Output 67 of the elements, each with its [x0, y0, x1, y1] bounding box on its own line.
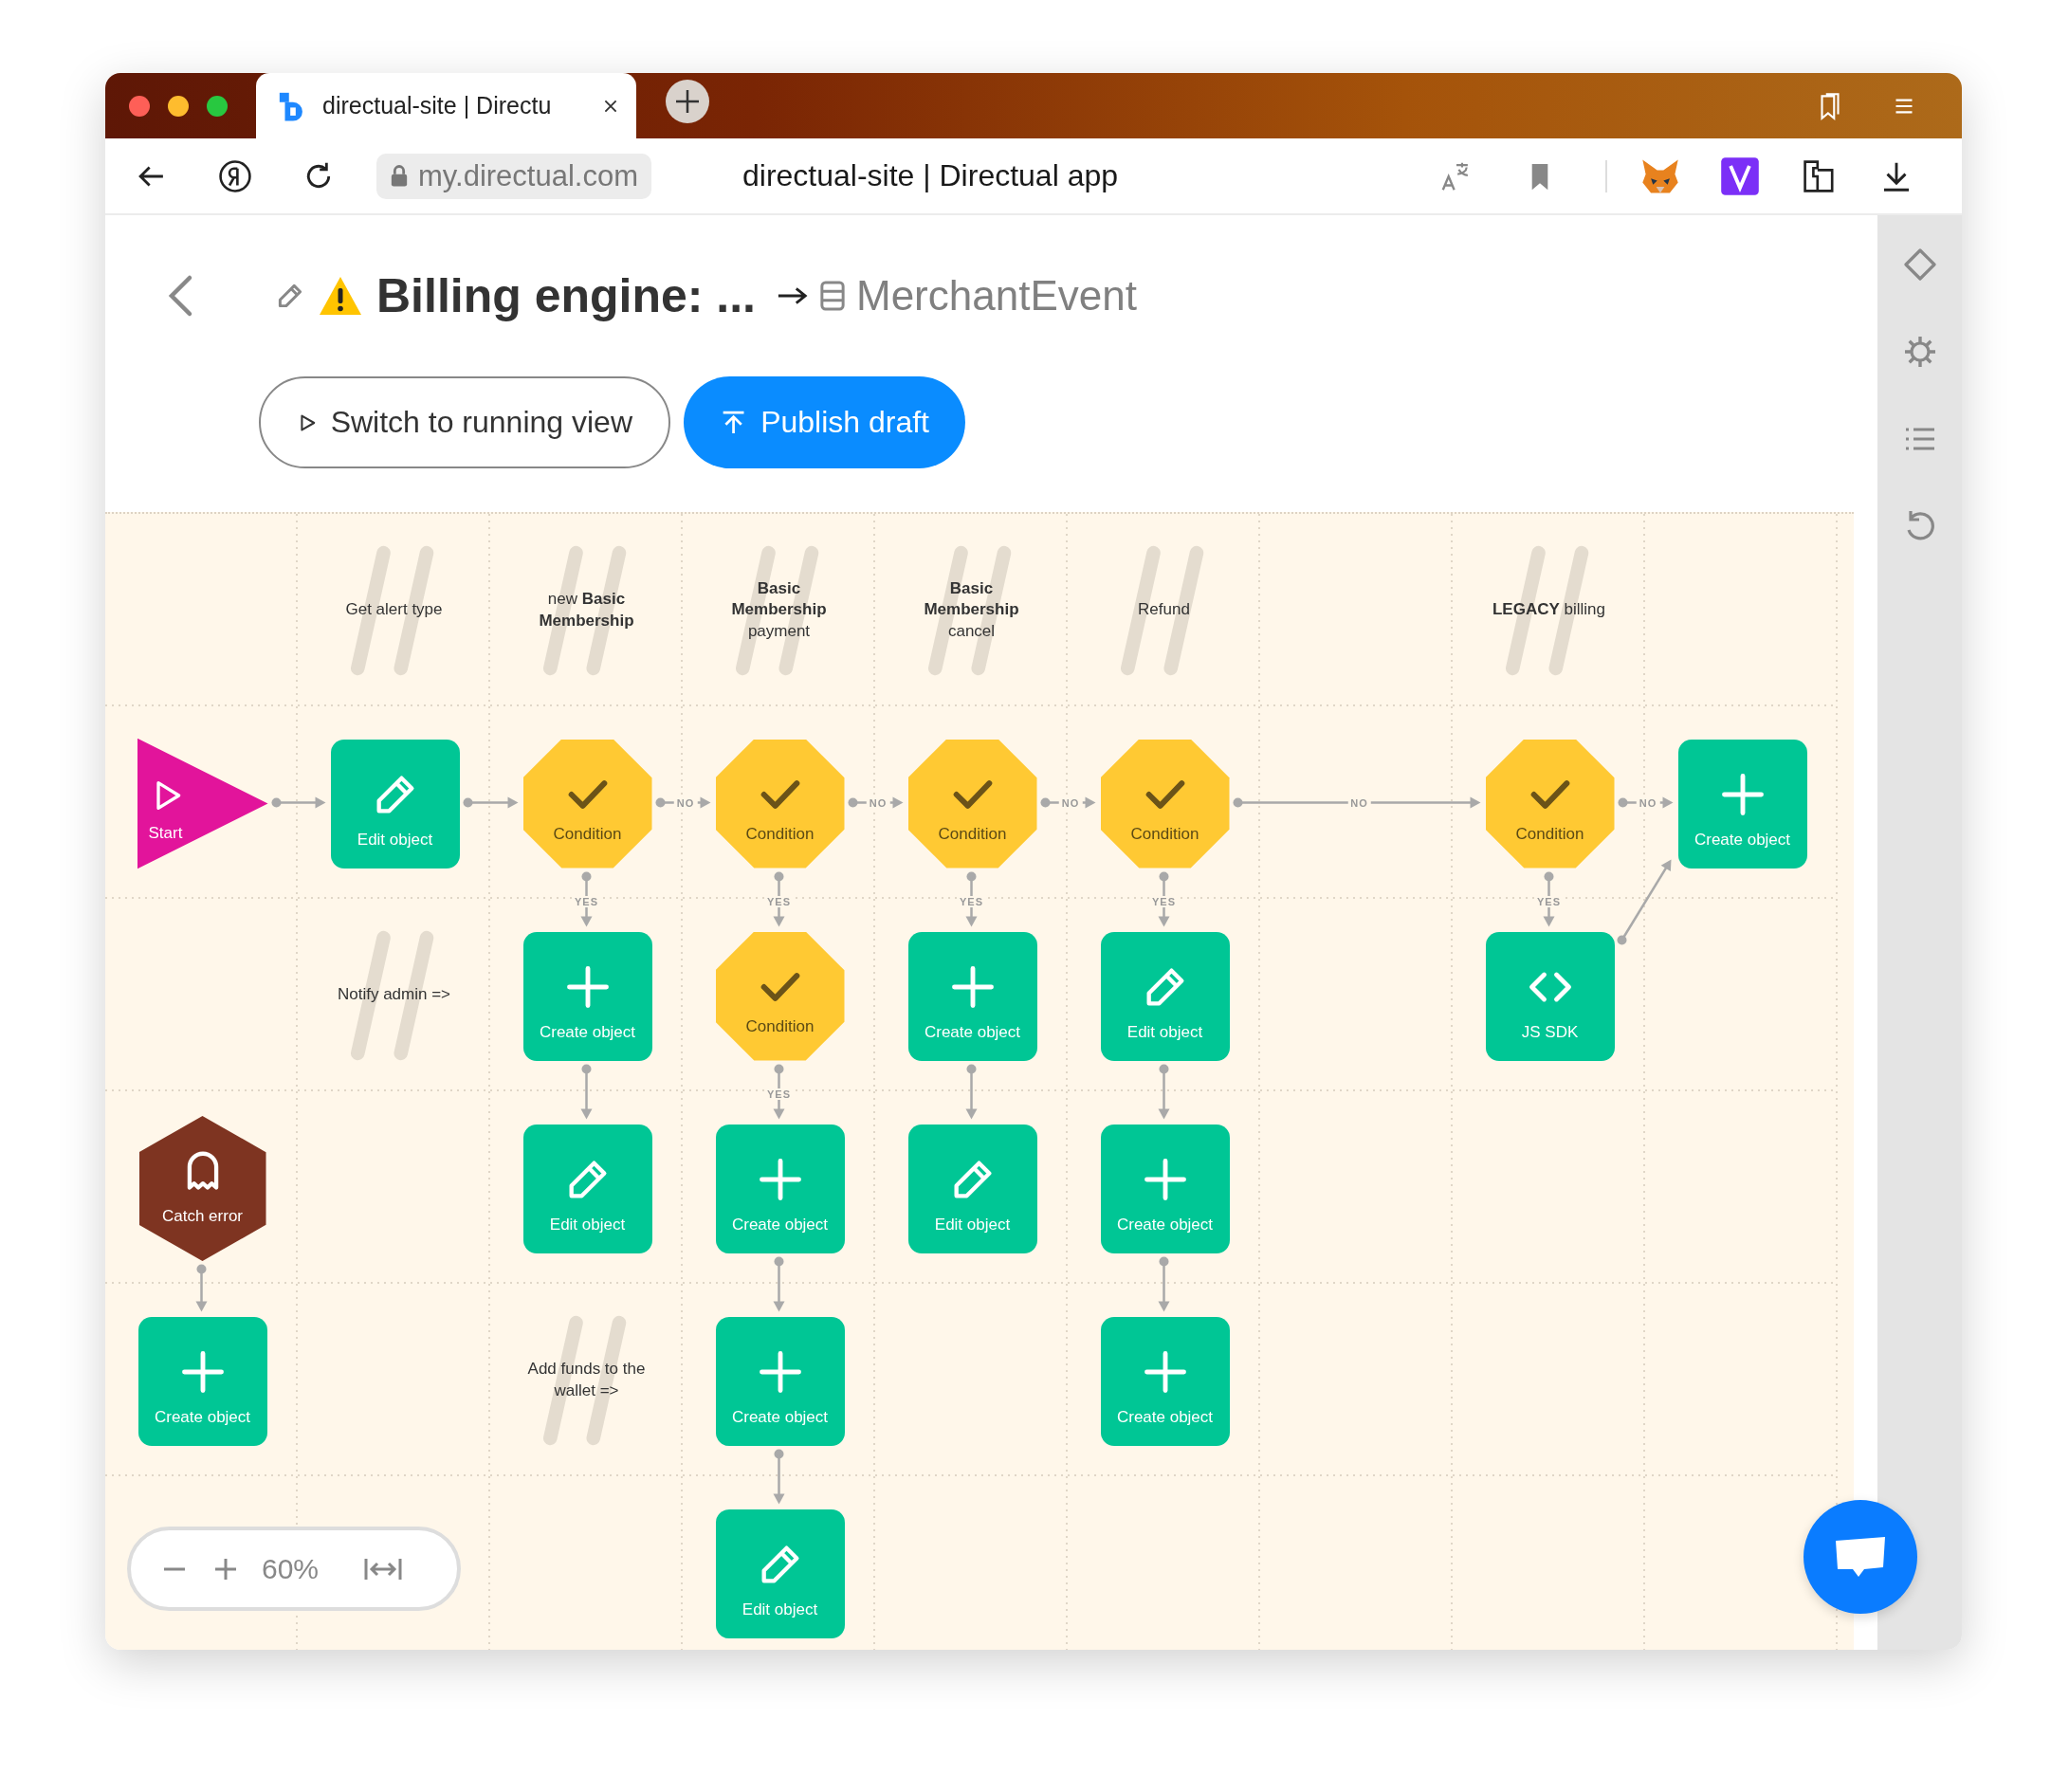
create-object-node: Create object	[715, 1316, 845, 1446]
comment-text: Refund	[1138, 599, 1190, 621]
warning-icon	[318, 275, 363, 317]
connector-label: YES	[572, 896, 601, 907]
edit-object-node: Edit object	[907, 1124, 1037, 1253]
browser-tab[interactable]: directual-site | Directu	[256, 73, 636, 138]
create-object-node: Create object	[522, 931, 652, 1061]
create-object-node: Create object	[1100, 1124, 1230, 1253]
connector-arrow	[1158, 1064, 1170, 1120]
condition-node: Condition	[715, 739, 845, 869]
catch-error-node: Catch error	[138, 1116, 266, 1261]
table-icon	[820, 281, 845, 311]
create-object-node: Create object	[137, 1316, 267, 1446]
connector-label: YES	[957, 896, 986, 907]
back-chevron-icon[interactable]	[167, 274, 193, 318]
connector-label: NO	[673, 796, 698, 809]
condition-node: Condition	[1100, 739, 1230, 869]
create-object-node: Create object	[715, 1124, 845, 1253]
create-object-node: Create object	[1677, 739, 1807, 869]
condition-node: Condition	[522, 739, 652, 869]
comment-text: Basic Membership cancel	[923, 578, 1020, 642]
condition-node: Condition	[907, 739, 1037, 869]
connector-arrow	[195, 1264, 208, 1312]
browser-logo-icon[interactable]	[217, 157, 253, 194]
condition-node: Condition	[1485, 739, 1615, 869]
connector-label: YES	[764, 896, 794, 907]
condition-node: Condition	[715, 931, 845, 1061]
edit-object-node: Edit object	[330, 739, 460, 869]
edit-object-node: Edit object	[1100, 931, 1230, 1061]
comment-text: LEGACY billing	[1492, 599, 1605, 621]
connector-arrow	[463, 796, 519, 809]
comment-text: new Basic Membership	[538, 589, 635, 631]
connector-label: YES	[1149, 896, 1179, 907]
publish-button[interactable]: Publish draft	[684, 376, 965, 468]
close-window-icon[interactable]	[129, 95, 150, 117]
edit-object-node: Edit object	[715, 1509, 845, 1638]
comment-text: Notify admin =>	[337, 984, 451, 1006]
edit-object-node: Edit object	[522, 1124, 652, 1253]
start-node: Start	[137, 738, 268, 869]
connector-arrow	[773, 1449, 785, 1505]
maximize-window-icon[interactable]	[207, 95, 228, 117]
address-field[interactable]: my.directual.com	[376, 153, 651, 199]
connector-label: NO	[1058, 796, 1083, 809]
switch-view-button[interactable]: Switch to running view	[259, 376, 670, 468]
minimize-window-icon[interactable]	[168, 95, 189, 117]
extension-icon[interactable]	[1719, 155, 1761, 197]
comment-text: Get alert type	[345, 599, 443, 621]
create-object-node: Create object	[1100, 1316, 1230, 1446]
create-object-node: Create object	[907, 931, 1037, 1061]
flow-title: Billing engine: ...	[376, 268, 756, 323]
connector-label: NO	[1347, 796, 1371, 809]
comment-text: Add funds to the wallet =>	[526, 1359, 647, 1401]
comment-text: Basic Membership payment	[730, 578, 828, 642]
connector-arrow	[773, 1256, 785, 1312]
connector-label: YES	[764, 1088, 794, 1100]
zoom-level: 60%	[262, 1552, 320, 1585]
connector-label: YES	[1534, 896, 1564, 907]
connector-arrow	[1158, 1256, 1170, 1312]
connector-arrow	[271, 796, 326, 809]
connector-label: NO	[866, 796, 890, 809]
connector-arrow	[965, 1064, 978, 1120]
page-title: directual-site | Directual app	[742, 158, 1119, 193]
target-table-name[interactable]: MerchantEvent	[856, 272, 1137, 320]
connector-label: NO	[1636, 796, 1660, 809]
code-node: JS SDK	[1485, 931, 1615, 1061]
connector-arrow	[580, 1064, 593, 1120]
new-tab-icon[interactable]	[665, 78, 710, 124]
